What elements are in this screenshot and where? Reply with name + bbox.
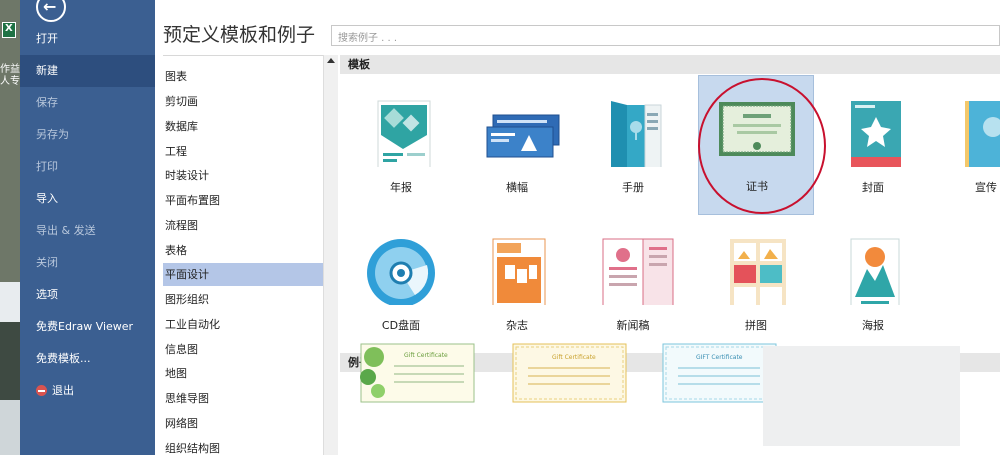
menu-item-save-as[interactable]: 另存为 xyxy=(20,119,155,151)
page-title: 预定义模板和例子 xyxy=(163,24,316,46)
category-item[interactable]: 时装设计 xyxy=(163,164,323,187)
menu-item-print[interactable]: 打印 xyxy=(20,151,155,183)
category-item[interactable]: 组织结构图 xyxy=(163,437,323,455)
search-input[interactable]: 搜索例子 . . . xyxy=(331,25,1000,46)
template-poster[interactable]: 海报 xyxy=(815,215,931,355)
template-label: 横幅 xyxy=(506,181,528,194)
category-item[interactable]: 图形组织 xyxy=(163,288,323,311)
flyer-icon xyxy=(965,101,1000,167)
menu-item-open[interactable]: 打开 xyxy=(20,23,155,55)
category-item[interactable]: 地图 xyxy=(163,362,323,385)
scroll-up-icon[interactable] xyxy=(327,58,335,63)
template-label: 年报 xyxy=(390,181,412,194)
template-label: 证书 xyxy=(746,180,768,193)
menu-item-exit-label: 退出 xyxy=(52,384,74,397)
template-banner[interactable]: 横幅 xyxy=(459,77,575,217)
template-flyer[interactable]: 宣传 xyxy=(931,77,1000,217)
category-item[interactable]: 工程 xyxy=(163,140,323,163)
template-label: CD盘面 xyxy=(381,319,421,332)
gift-certificate-blue-icon[interactable]: GIFT Certificate xyxy=(662,343,777,403)
back-arrow-icon[interactable]: ← xyxy=(36,0,66,22)
category-item[interactable]: 网络图 xyxy=(163,412,323,435)
template-certificate[interactable]: 证书 xyxy=(698,75,814,215)
template-brochure[interactable]: 手册 xyxy=(575,77,691,217)
template-annual-report[interactable]: 年报 xyxy=(343,77,459,217)
example-title: Gift Certificate xyxy=(552,354,596,361)
certificate-icon xyxy=(719,102,795,156)
backstage-menu: ← 打开 新建 保存 另存为 打印 导入 导出 & 发送 关闭 选项 免费Edr… xyxy=(20,0,155,455)
collage-icon xyxy=(730,239,786,305)
menu-item-exit[interactable]: 退出 xyxy=(20,375,155,407)
template-newsletter[interactable]: 新闻稿 xyxy=(575,215,691,355)
category-item[interactable]: 平面布置图 xyxy=(163,189,323,212)
template-label: 杂志 xyxy=(506,319,528,332)
category-item[interactable]: 信息图 xyxy=(163,338,323,361)
exit-icon xyxy=(36,384,47,396)
magazine-icon xyxy=(492,238,546,305)
template-label: 拼图 xyxy=(745,319,767,332)
category-list: 图表 剪切画 数据库 工程 时装设计 平面布置图 流程图 表格 平面设计 图形组… xyxy=(163,55,323,455)
desktop-background: 作益 人专 com 智慧 xyxy=(0,0,20,455)
cover-icon xyxy=(851,101,901,167)
desktop-text: 人专 xyxy=(0,76,20,87)
category-item[interactable]: 剪切画 xyxy=(163,90,323,113)
brochure-icon xyxy=(611,101,662,167)
example-title: GIFT Certificate xyxy=(696,354,743,361)
menu-item-export-send[interactable]: 导出 & 发送 xyxy=(20,215,155,247)
category-item-selected[interactable]: 平面设计 xyxy=(163,263,323,286)
example-title: Gift Certificate xyxy=(404,352,448,359)
menu-item-new[interactable]: 新建 xyxy=(20,55,155,87)
banner-icon xyxy=(486,114,560,158)
category-item[interactable]: 流程图 xyxy=(163,214,323,237)
menu-item-import[interactable]: 导入 xyxy=(20,183,155,215)
category-item[interactable]: 工业自动化 xyxy=(163,313,323,336)
menu-item-free-templates[interactable]: 免费模板... xyxy=(20,343,155,375)
template-label: 封面 xyxy=(862,181,884,194)
menu-item-close[interactable]: 关闭 xyxy=(20,247,155,279)
annual-report-icon xyxy=(377,100,431,167)
category-item[interactable]: 图表 xyxy=(163,65,323,88)
template-collage[interactable]: 拼图 xyxy=(698,215,814,355)
templates-heading: 模板 xyxy=(340,55,1000,74)
desktop-panel xyxy=(0,322,20,400)
newsletter-icon xyxy=(602,238,674,305)
template-label: 宣传 xyxy=(975,181,997,194)
template-label: 手册 xyxy=(622,181,644,194)
template-label: 海报 xyxy=(862,319,884,332)
desktop-panel xyxy=(0,400,20,455)
category-item[interactable]: 思维导图 xyxy=(163,387,323,410)
overlay-panel xyxy=(763,346,960,446)
gift-certificate-gold-icon[interactable]: Gift Certificate xyxy=(512,343,627,403)
cd-icon xyxy=(367,239,435,305)
menu-item-save[interactable]: 保存 xyxy=(20,87,155,119)
template-label: 新闻稿 xyxy=(616,319,650,332)
category-item[interactable]: 数据库 xyxy=(163,115,323,138)
template-magazine[interactable]: 杂志 xyxy=(459,215,575,355)
menu-item-options[interactable]: 选项 xyxy=(20,279,155,311)
template-cd[interactable]: CD盘面 xyxy=(343,215,459,355)
poster-icon xyxy=(850,238,900,305)
category-scrollbar[interactable] xyxy=(323,55,338,455)
template-cover[interactable]: 封面 xyxy=(815,77,931,217)
category-item[interactable]: 表格 xyxy=(163,239,323,262)
gift-certificate-green-icon[interactable]: Gift Certificate xyxy=(360,343,475,403)
desktop-panel xyxy=(0,282,20,322)
excel-icon xyxy=(2,22,16,38)
menu-item-edraw-viewer[interactable]: 免费Edraw Viewer xyxy=(20,311,155,343)
